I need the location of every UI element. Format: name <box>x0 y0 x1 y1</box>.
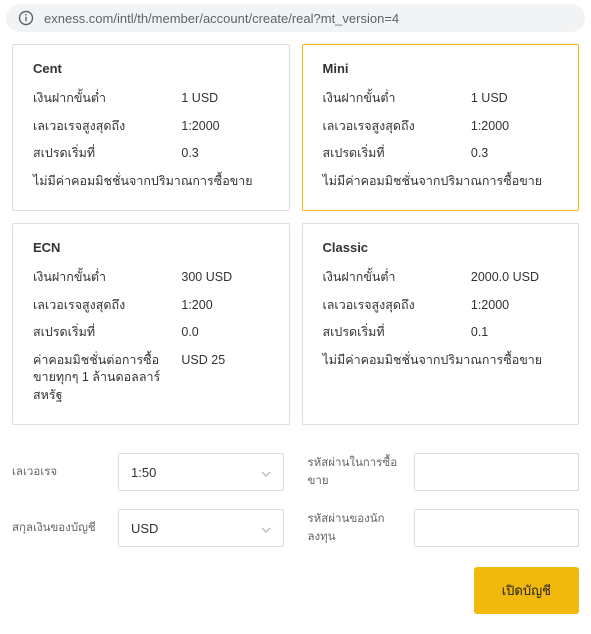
card-row: เงินฝากขั้นต่ำ300 USD <box>33 269 269 287</box>
account-type-card-classic[interactable]: Classicเงินฝากขั้นต่ำ2000.0 USDเลเวอเรจส… <box>302 223 580 425</box>
card-row-value: 1 USD <box>181 90 268 108</box>
card-row-label: สเปรดเริ่มที่ <box>33 145 181 163</box>
card-row: ค่าคอมมิชชั่นต่อการซื้อขายทุกๆ 1 ล้านดอล… <box>33 352 269 405</box>
leverage-value: 1:50 <box>131 465 156 480</box>
trading-password-label: รหัสผ่านในการซื้อขาย <box>308 454 404 490</box>
card-row-label: เลเวอเรจสูงสุดถึง <box>323 118 471 136</box>
leverage-label: เลเวอเรจ <box>12 463 108 481</box>
chevron-down-icon <box>261 521 271 536</box>
card-row-value: 1:2000 <box>471 118 558 136</box>
card-row: เลเวอเรจสูงสุดถึง1:200 <box>33 297 269 315</box>
card-row-label: เงินฝากขั้นต่ำ <box>323 90 471 108</box>
card-row-value: 1:200 <box>181 297 268 315</box>
account-type-card-ecn[interactable]: ECNเงินฝากขั้นต่ำ300 USDเลเวอเรจสูงสุดถึ… <box>12 223 290 425</box>
card-row: เลเวอเรจสูงสุดถึง1:2000 <box>323 297 559 315</box>
currency-label: สกุลเงินของบัญชี <box>12 519 108 537</box>
card-row-value: 0.0 <box>181 324 268 342</box>
card-row-label: สเปรดเริ่มที่ <box>33 324 181 342</box>
card-row-value: 0.3 <box>471 145 558 163</box>
card-row: เงินฝากขั้นต่ำ2000.0 USD <box>323 269 559 287</box>
card-row: ไม่มีค่าคอมมิชชั่นจากปริมาณการซื้อขาย <box>323 173 559 191</box>
card-title: Cent <box>33 61 269 76</box>
card-row: สเปรดเริ่มที่0.3 <box>323 145 559 163</box>
info-icon <box>18 10 34 26</box>
card-row: เลเวอเรจสูงสุดถึง1:2000 <box>33 118 269 136</box>
card-row-label: เงินฝากขั้นต่ำ <box>33 269 181 287</box>
card-row-value: 2000.0 USD <box>471 269 558 287</box>
investor-password-input[interactable] <box>414 509 580 547</box>
card-row: ไม่มีค่าคอมมิชชั่นจากปริมาณการซื้อขาย <box>33 173 269 191</box>
card-row: เงินฝากขั้นต่ำ1 USD <box>323 90 559 108</box>
card-row-label: เลเวอเรจสูงสุดถึง <box>33 297 181 315</box>
investor-password-label: รหัสผ่านของนักลงทุน <box>308 510 404 546</box>
card-row-value: 0.1 <box>471 324 558 342</box>
card-row: เลเวอเรจสูงสุดถึง1:2000 <box>323 118 559 136</box>
card-row: สเปรดเริ่มที่0.0 <box>33 324 269 342</box>
card-row-label: สเปรดเริ่มที่ <box>323 324 471 342</box>
card-row-value: USD 25 <box>181 352 268 405</box>
leverage-select[interactable]: 1:50 <box>118 453 284 491</box>
card-row-value: 0.3 <box>181 145 268 163</box>
card-row-label: ไม่มีค่าคอมมิชชั่นจากปริมาณการซื้อขาย <box>323 173 559 191</box>
url-bar[interactable]: exness.com/intl/th/member/account/create… <box>6 4 585 32</box>
currency-value: USD <box>131 521 158 536</box>
chevron-down-icon <box>261 465 271 480</box>
url-text: exness.com/intl/th/member/account/create… <box>44 11 399 26</box>
card-row-value: 1:2000 <box>181 118 268 136</box>
card-row: เงินฝากขั้นต่ำ1 USD <box>33 90 269 108</box>
account-type-card-mini[interactable]: Miniเงินฝากขั้นต่ำ1 USDเลเวอเรจสูงสุดถึง… <box>302 44 580 211</box>
card-title: Classic <box>323 240 559 255</box>
card-row: สเปรดเริ่มที่0.3 <box>33 145 269 163</box>
card-row-label: เงินฝากขั้นต่ำ <box>323 269 471 287</box>
card-row-label: ไม่มีค่าคอมมิชชั่นจากปริมาณการซื้อขาย <box>323 352 559 370</box>
card-row-label: ค่าคอมมิชชั่นต่อการซื้อขายทุกๆ 1 ล้านดอล… <box>33 352 181 405</box>
card-title: ECN <box>33 240 269 255</box>
card-row: สเปรดเริ่มที่0.1 <box>323 324 559 342</box>
card-row-label: เงินฝากขั้นต่ำ <box>33 90 181 108</box>
card-row-label: เลเวอเรจสูงสุดถึง <box>323 297 471 315</box>
card-row-label: สเปรดเริ่มที่ <box>323 145 471 163</box>
open-account-button[interactable]: เปิดบัญชี <box>474 567 579 614</box>
card-row-label: ไม่มีค่าคอมมิชชั่นจากปริมาณการซื้อขาย <box>33 173 269 191</box>
card-row-value: 300 USD <box>181 269 268 287</box>
account-type-card-cent[interactable]: Centเงินฝากขั้นต่ำ1 USDเลเวอเรจสูงสุดถึง… <box>12 44 290 211</box>
card-row-value: 1 USD <box>471 90 558 108</box>
card-title: Mini <box>323 61 559 76</box>
card-row: ไม่มีค่าคอมมิชชั่นจากปริมาณการซื้อขาย <box>323 352 559 370</box>
currency-select[interactable]: USD <box>118 509 284 547</box>
card-row-label: เลเวอเรจสูงสุดถึง <box>33 118 181 136</box>
card-row-value: 1:2000 <box>471 297 558 315</box>
trading-password-input[interactable] <box>414 453 580 491</box>
